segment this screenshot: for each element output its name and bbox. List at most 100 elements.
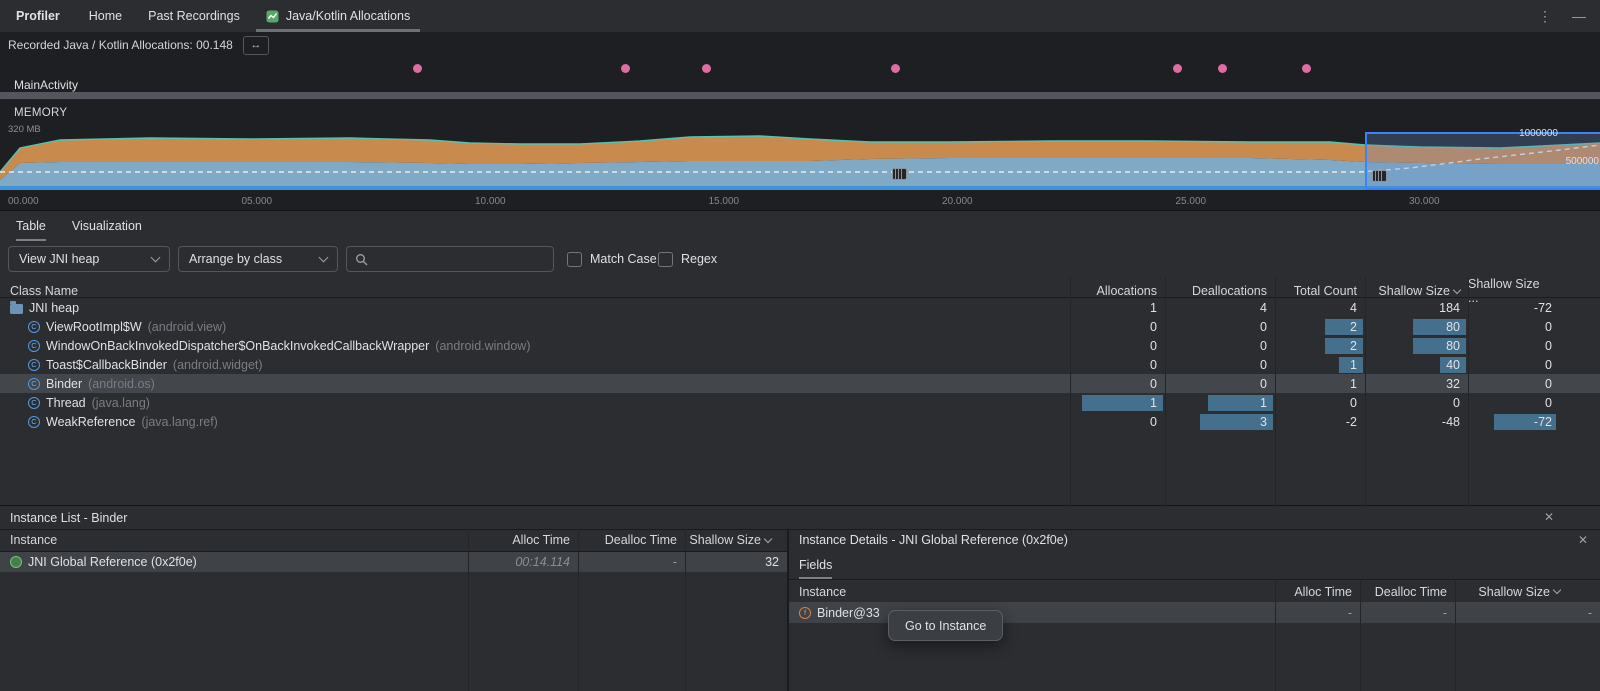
- cell-value: 0: [1260, 339, 1275, 353]
- cell-value: 4: [1260, 301, 1275, 315]
- memory-chart[interactable]: [0, 100, 1600, 195]
- search-input[interactable]: [374, 251, 545, 267]
- class-name: WeakReference: [46, 415, 135, 429]
- window-controls: ⋮ —: [1538, 0, 1586, 32]
- column-label: Instance: [10, 533, 57, 547]
- allocation-event-dot[interactable]: [621, 64, 630, 73]
- tab-fields[interactable]: Fields: [799, 551, 832, 579]
- allocation-event-dot[interactable]: [891, 64, 900, 73]
- tab-java-kotlin-allocations[interactable]: Java/Kotlin Allocations: [253, 0, 423, 32]
- zoom-to-fit-button[interactable]: ↔: [243, 36, 269, 55]
- allocation-event-dot[interactable]: [413, 64, 422, 73]
- arrange-dropdown[interactable]: Arrange by class: [178, 246, 338, 272]
- cell-value: 0: [1150, 320, 1165, 334]
- session-label: Recorded Java / Kotlin Allocations: 00.1…: [8, 38, 233, 52]
- column-header-shallow-size[interactable]: Shallow Size: [1455, 585, 1600, 599]
- column-header-alloc-time[interactable]: Alloc Time: [468, 533, 578, 547]
- close-icon[interactable]: ✕: [1544, 510, 1554, 524]
- cell-value: 0: [1350, 396, 1365, 410]
- more-options-icon[interactable]: ⋮: [1538, 8, 1552, 25]
- class-name: JNI heap: [29, 301, 79, 315]
- tab-past-recordings[interactable]: Past Recordings: [135, 0, 253, 32]
- class-row[interactable]: JNI heap144184-72: [0, 298, 1600, 317]
- class-row[interactable]: ViewRootImpl$W(android.view)002800: [0, 317, 1600, 336]
- column-header-shallow-size[interactable]: Shallow Size: [1365, 284, 1468, 298]
- class-row[interactable]: Toast$CallbackBinder(android.widget)0014…: [0, 355, 1600, 374]
- tab-label: Home: [89, 9, 122, 23]
- cell-value: 0: [1260, 377, 1275, 391]
- package-name: (android.window): [435, 339, 530, 353]
- gc-event-icon[interactable]: [892, 168, 907, 180]
- fit-icon: ↔: [250, 39, 261, 51]
- column-label: Deallocations: [1192, 284, 1267, 298]
- activity-timeline-bar[interactable]: [0, 92, 1600, 99]
- column-label: Class Name: [10, 284, 78, 298]
- events-strip: [0, 58, 1600, 80]
- class-icon: [28, 359, 40, 371]
- column-header-instance[interactable]: Instance: [0, 533, 468, 547]
- field-name: Binder@33: [817, 606, 880, 620]
- tab-table[interactable]: Table: [16, 211, 46, 241]
- regex-control[interactable]: Regex: [658, 246, 717, 272]
- app-title: Profiler: [16, 9, 60, 23]
- column-header-dealloc-time[interactable]: Dealloc Time: [578, 533, 685, 547]
- go-to-instance-menu-item[interactable]: Go to Instance: [889, 619, 1002, 633]
- instance-row[interactable]: JNI Global Reference (0x2f0e) 00:14.114 …: [0, 552, 787, 572]
- regex-checkbox[interactable]: [658, 252, 673, 267]
- column-header-instance[interactable]: Instance: [789, 585, 1275, 599]
- class-row[interactable]: Thread(java.lang)11000: [0, 393, 1600, 412]
- view-tabs: Table Visualization: [0, 211, 1600, 241]
- dealloc-time-value: -: [1443, 606, 1447, 620]
- dropdown-value: View JNI heap: [19, 252, 99, 266]
- match-case-control[interactable]: Match Case: [567, 246, 657, 272]
- allocation-event-dot[interactable]: [1302, 64, 1311, 73]
- column-label: Allocations: [1097, 284, 1157, 298]
- cell-value: 0: [1260, 320, 1275, 334]
- column-header-alloc-time[interactable]: Alloc Time: [1275, 585, 1360, 599]
- column-header-dealloc-time[interactable]: Dealloc Time: [1360, 585, 1455, 599]
- class-row[interactable]: WindowOnBackInvokedDispatcher$OnBackInvo…: [0, 336, 1600, 355]
- instance-list-titlebar: Instance List - Binder ✕: [0, 506, 1600, 530]
- cell-value: 1: [1150, 396, 1165, 410]
- class-icon: [28, 378, 40, 390]
- tab-home[interactable]: Home: [76, 0, 135, 32]
- cell-value: 0: [1545, 320, 1600, 334]
- package-name: (android.widget): [173, 358, 263, 372]
- column-header-shallow-size[interactable]: Shallow Size: [685, 533, 787, 547]
- cell-value: 3: [1260, 415, 1275, 429]
- package-name: (java.lang): [92, 396, 150, 410]
- column-header-total-count[interactable]: Total Count: [1275, 284, 1365, 298]
- minimize-icon[interactable]: —: [1572, 8, 1586, 24]
- close-icon[interactable]: ✕: [1578, 533, 1588, 547]
- column-header-deallocations[interactable]: Deallocations: [1165, 284, 1275, 298]
- allocation-event-dot[interactable]: [1218, 64, 1227, 73]
- cell-value: 0: [1150, 358, 1165, 372]
- column-header-allocations[interactable]: Allocations: [1070, 284, 1165, 298]
- class-row[interactable]: Binder(android.os)001320: [0, 374, 1600, 393]
- cell-value: -48: [1442, 415, 1468, 429]
- gc-event-icon[interactable]: [1372, 170, 1387, 182]
- chevron-down-icon: [151, 253, 161, 263]
- activity-label: MainActivity: [14, 78, 78, 92]
- heap-dropdown[interactable]: View JNI heap: [8, 246, 170, 272]
- allocation-event-dot[interactable]: [702, 64, 711, 73]
- cell-value: 1: [1350, 377, 1365, 391]
- timeline-selection[interactable]: 1000000 500000: [1365, 132, 1600, 190]
- match-case-checkbox[interactable]: [567, 252, 582, 267]
- instance-list-panel: Instance Alloc Time Dealloc Time Shallow…: [0, 529, 787, 691]
- column-label: Shallow Size: [1378, 284, 1450, 298]
- checkbox-label: Match Case: [590, 252, 657, 266]
- search-box[interactable]: [346, 246, 554, 272]
- column-header-class-name[interactable]: Class Name: [0, 284, 1070, 298]
- field-icon: [799, 607, 811, 619]
- shallow-size-value: -: [1588, 606, 1592, 620]
- tab-visualization[interactable]: Visualization: [72, 211, 142, 241]
- class-row[interactable]: WeakReference(java.lang.ref)03-2-48-72: [0, 412, 1600, 431]
- class-name: Binder: [46, 377, 82, 391]
- allocation-event-dot[interactable]: [1173, 64, 1182, 73]
- class-name: Toast$CallbackBinder: [46, 358, 167, 372]
- cell-value: 1: [1350, 358, 1365, 372]
- cell-value: 40: [1446, 358, 1468, 372]
- column-label: Alloc Time: [1294, 585, 1352, 599]
- cell-value: 0: [1545, 396, 1600, 410]
